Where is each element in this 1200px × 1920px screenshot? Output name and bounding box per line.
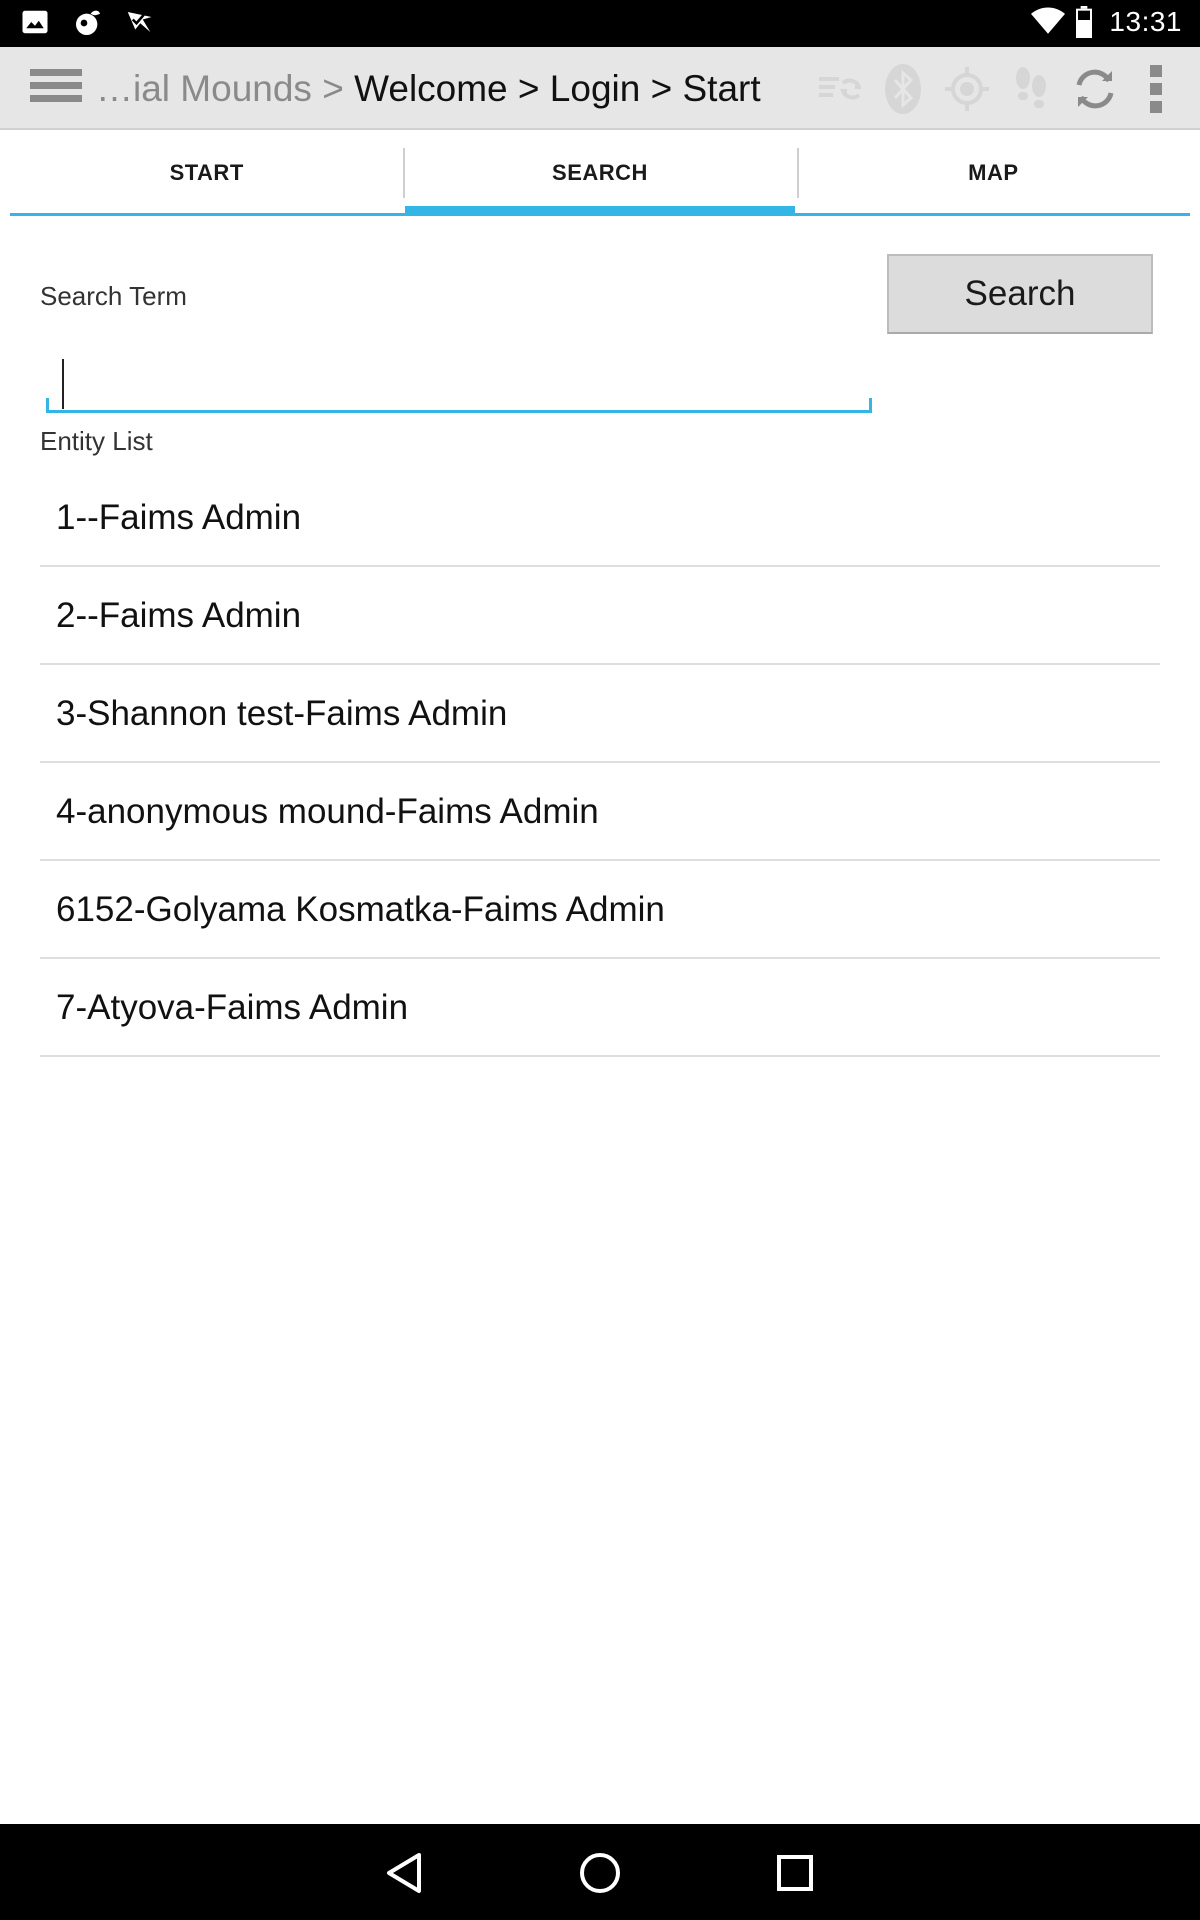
notification-app-icon bbox=[72, 7, 104, 39]
list-item[interactable]: 4-anonymous mound-Faims Admin bbox=[40, 763, 1160, 861]
action-icons bbox=[816, 63, 1176, 115]
search-page: Search Term Search Entity List 1--Faims … bbox=[0, 219, 1200, 1824]
home-icon[interactable] bbox=[573, 1846, 627, 1900]
list-item[interactable]: 2--Faims Admin bbox=[40, 567, 1160, 665]
back-icon[interactable] bbox=[378, 1846, 432, 1900]
overflow-menu-icon[interactable] bbox=[1136, 63, 1176, 115]
sync-status-icon[interactable] bbox=[816, 63, 862, 115]
status-notifications bbox=[20, 7, 156, 39]
text-caret bbox=[62, 359, 64, 409]
image-icon bbox=[20, 7, 52, 39]
list-item[interactable]: 6152-Golyama Kosmatka-Faims Admin bbox=[40, 861, 1160, 959]
list-item[interactable]: 7-Atyova-Faims Admin bbox=[40, 959, 1160, 1057]
gps-icon[interactable] bbox=[944, 63, 990, 115]
download-done-icon bbox=[124, 7, 156, 39]
action-bar: …ial Mounds > Welcome > Login > Start bbox=[0, 47, 1200, 130]
status-bar: 13:31 bbox=[0, 0, 1200, 47]
entity-list-label: Entity List bbox=[40, 426, 153, 456]
search-term-label: Search Term bbox=[40, 281, 187, 311]
bluetooth-icon[interactable] bbox=[880, 63, 926, 115]
tab-search[interactable]: SEARCH bbox=[403, 130, 796, 216]
search-input[interactable] bbox=[46, 349, 872, 413]
search-button[interactable]: Search bbox=[887, 254, 1153, 334]
breadcrumb: …ial Mounds > Welcome > Login > Start bbox=[96, 47, 761, 130]
breadcrumb-path[interactable]: Welcome > Login > Start bbox=[354, 68, 761, 109]
list-item[interactable]: 1--Faims Admin bbox=[40, 469, 1160, 567]
tracking-icon[interactable] bbox=[1008, 63, 1054, 115]
wifi-icon bbox=[1031, 6, 1066, 38]
tab-start[interactable]: START bbox=[10, 130, 403, 213]
status-system: 13:31 bbox=[1031, 6, 1182, 38]
refresh-icon[interactable] bbox=[1072, 63, 1118, 115]
status-time: 13:31 bbox=[1109, 6, 1182, 37]
system-nav-bar bbox=[0, 1824, 1200, 1920]
menu-drawer-icon[interactable] bbox=[30, 69, 82, 109]
entity-list: 1--Faims Admin 2--Faims Admin 3-Shannon … bbox=[40, 469, 1160, 1057]
list-item[interactable]: 3-Shannon test-Faims Admin bbox=[40, 665, 1160, 763]
tab-bar: START SEARCH MAP bbox=[10, 130, 1190, 216]
recents-icon[interactable] bbox=[768, 1846, 822, 1900]
breadcrumb-prefix[interactable]: …ial Mounds > bbox=[96, 68, 354, 109]
tab-map[interactable]: MAP bbox=[796, 130, 1190, 213]
battery-icon bbox=[1075, 6, 1097, 38]
